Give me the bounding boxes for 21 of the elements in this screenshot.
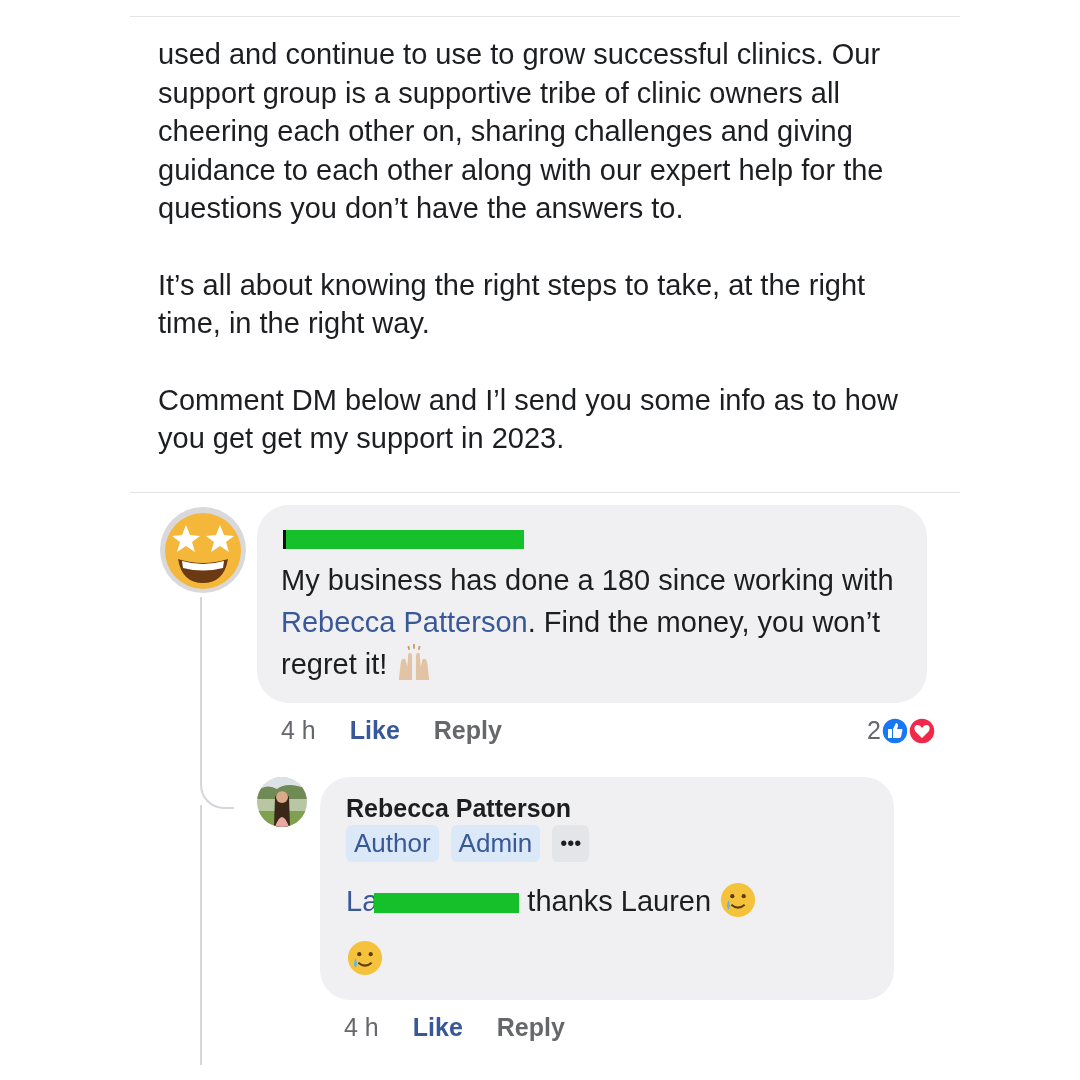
reply-link[interactable]: Reply: [496, 1013, 565, 1042]
author-name[interactable]: Rebecca Patterson: [346, 792, 868, 823]
like-link[interactable]: Like: [349, 716, 400, 745]
crying-smile-icon: [346, 938, 384, 977]
more-button[interactable]: •••: [552, 824, 590, 862]
post-text: Comment DM below and I’l send you some info as to how you get get my support in 2023.: [158, 382, 899, 456]
comment-text: My business has done a 180 since working with Rebecca Patterson. Find the money, you won’t regret it!: [281, 562, 895, 684]
reply-link[interactable]: Reply: [433, 716, 502, 745]
crying-smile-icon: [719, 880, 758, 919]
post-text: It’s all about knowing the right steps to take, at the right time, in the right way.: [158, 267, 867, 341]
like-reaction-icon: [880, 715, 910, 746]
like-link[interactable]: Like: [412, 1013, 463, 1042]
reaction-count: 2: [867, 716, 881, 745]
timestamp: 4 h: [281, 716, 316, 745]
role-badge: Admin: [450, 824, 541, 862]
role-badge: Author: [346, 824, 439, 862]
star-eyes-avatar-icon: [158, 504, 248, 595]
love-reaction-icon: [907, 715, 937, 746]
timestamp: 4 h: [344, 1013, 379, 1042]
post-text: used and continue to use to grow successful clinics. Our support group is a supportive tribe of clinic owners all cheering each other on, sharing challenges and giving guidance to each other along with our expert help for the questions you don’t have the answers to.: [158, 37, 885, 226]
mention-link[interactable]: Rebecca Patterson: [281, 605, 528, 638]
